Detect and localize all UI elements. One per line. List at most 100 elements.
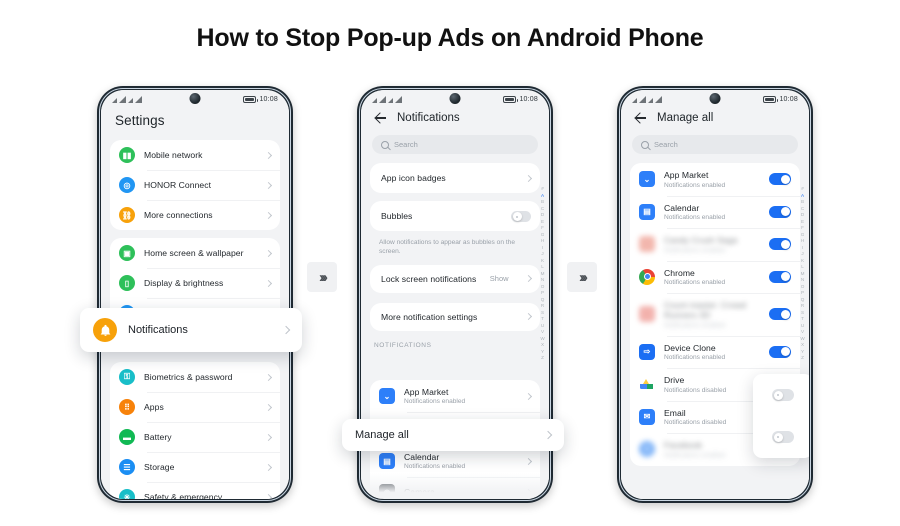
app-status: Notifications enabled <box>664 321 726 329</box>
app-name: App Market <box>404 386 449 397</box>
highlight-manage-all-row[interactable]: Manage all <box>342 419 564 451</box>
chevron-right-icon <box>264 373 273 381</box>
chevron-right-icon <box>524 457 533 465</box>
camera-icon: ◉ <box>379 484 395 499</box>
row-home-screen-wallpaper[interactable]: ▣ Home screen & wallpaper <box>110 238 280 268</box>
step-arrow-1: ››› <box>307 262 337 292</box>
image-icon: ▣ <box>119 245 135 261</box>
row-value: Show <box>489 274 509 284</box>
signal-bars-icon: ▮▮ <box>119 147 135 163</box>
row-chrome[interactable]: Chrome Notifications enabled <box>630 260 800 294</box>
row-app-market[interactable]: ⌄ App Market Notifications enabled <box>370 380 540 413</box>
signal-bars-icon <box>372 96 402 103</box>
game-icon <box>639 306 655 323</box>
row-bubbles[interactable]: Bubbles <box>370 201 540 231</box>
row-display-brightness[interactable]: ▯ Display & brightness <box>110 268 280 298</box>
chevron-right-icon <box>264 181 273 189</box>
row-storage[interactable]: ☰ Storage <box>110 452 280 482</box>
alpha-index-letter[interactable]: Z <box>801 355 804 362</box>
row-device-clone[interactable]: ⇨ Device Clone Notifications enabled <box>630 335 800 369</box>
status-clock: 10:08 <box>519 96 538 103</box>
row-more-notification-settings[interactable]: More notification settings <box>370 303 540 331</box>
bubbles-toggle[interactable] <box>511 210 531 222</box>
alphabet-index[interactable]: # A B C D E F G H I J K L M N O P Q R S T U V W X Y Z <box>538 186 547 362</box>
row-battery[interactable]: ▬ Battery <box>110 422 280 452</box>
app-notifications-toggle[interactable] <box>769 345 791 358</box>
alphabet-index[interactable]: # A B C D E F G H I J K L M N O P Q R S T U V W X Y Z <box>798 186 807 362</box>
chevron-right-icon <box>543 430 553 440</box>
row-label: Mobile network <box>144 150 203 160</box>
camera-notch-icon <box>189 93 201 104</box>
row-label: Apps <box>144 402 164 412</box>
row-candy-crush-saga[interactable]: Candy Crush Saga Notifications enabled <box>630 228 800 261</box>
status-clock: 10:08 <box>779 96 798 103</box>
chevron-right-icon <box>264 463 273 471</box>
drive-toggle-highlighted[interactable] <box>772 389 794 401</box>
storage-icon: ☰ <box>119 459 135 475</box>
connect-rings-icon: ◎ <box>119 177 135 193</box>
row-camera[interactable]: ◉ Camera <box>370 477 540 499</box>
page-header-manage-all: Manage all <box>657 112 714 124</box>
row-more-connections[interactable]: ⛓ More connections <box>110 200 280 230</box>
search-icon <box>381 140 389 149</box>
row-honor-connect[interactable]: ◎ HONOR Connect <box>110 170 280 200</box>
status-bar: 10:08 <box>101 90 289 109</box>
row-calendar[interactable]: ▤ Calendar Notifications enabled <box>630 195 800 229</box>
row-count-master[interactable]: Count master: Crowd Runners 3D Notificat… <box>630 293 800 336</box>
search-input[interactable]: Search <box>632 135 798 154</box>
search-placeholder: Search <box>394 140 418 149</box>
row-apps[interactable]: ⠿ Apps <box>110 392 280 422</box>
row-label: More connections <box>144 210 213 220</box>
app-market-icon: ⌄ <box>379 388 395 405</box>
camera-notch-icon <box>449 93 461 104</box>
row-label: Display & brightness <box>144 278 224 288</box>
card-bubbles: Bubbles <box>370 201 540 231</box>
battery-icon <box>243 96 259 103</box>
app-notifications-toggle[interactable] <box>769 270 791 283</box>
back-arrow-icon[interactable] <box>373 111 387 125</box>
status-clock: 10:08 <box>259 96 278 103</box>
app-status: Notifications enabled <box>664 279 726 286</box>
highlight-notifications-row[interactable]: Notifications <box>80 308 302 352</box>
app-notifications-toggle[interactable] <box>769 205 791 218</box>
row-app-icon-badges[interactable]: App icon badges <box>370 163 540 193</box>
app-name: Device Clone <box>664 342 716 353</box>
row-lock-screen-notifications[interactable]: Lock screen notifications Show <box>370 265 540 293</box>
search-input[interactable]: Search <box>372 135 538 154</box>
app-name: Camera <box>404 487 435 498</box>
battery-icon <box>503 96 519 103</box>
row-label: More notification settings <box>381 311 478 322</box>
app-notifications-toggle[interactable] <box>769 308 791 321</box>
chevron-right-icon <box>524 275 533 283</box>
email-toggle-highlighted[interactable] <box>772 431 794 443</box>
key-icon: ⚿ <box>119 369 135 385</box>
toggle-highlight-overlay <box>753 374 809 458</box>
app-name: App Market <box>664 170 709 180</box>
row-safety-emergency[interactable]: ✳ Safety & emergency <box>110 482 280 499</box>
page-header-notifications: Notifications <box>397 112 460 124</box>
row-biometrics-password[interactable]: ⚿ Biometrics & password <box>110 362 280 392</box>
status-bar: 10:08 <box>361 90 549 109</box>
camera-notch-icon <box>709 93 721 104</box>
row-app-market[interactable]: ⌄ App Market Notifications enabled <box>630 163 800 196</box>
app-name: Calendar <box>664 202 700 213</box>
email-icon: ✉ <box>639 408 655 425</box>
app-name: Facebook <box>664 440 703 450</box>
back-arrow-icon[interactable] <box>633 111 647 125</box>
device-clone-icon: ⇨ <box>639 343 655 360</box>
phone-manage-all-screen: 10:08 Manage all Search # A B C D E F G H I J K L M N O… <box>617 86 813 503</box>
app-status: Notifications enabled <box>664 354 726 361</box>
chevron-right-icon <box>264 493 273 499</box>
alpha-index-letter[interactable]: Z <box>541 355 544 362</box>
app-notifications-toggle[interactable] <box>769 173 791 186</box>
chevron-right-icon <box>524 174 533 182</box>
search-icon <box>641 140 649 149</box>
app-status: Notifications enabled <box>404 463 466 471</box>
app-notifications-toggle[interactable] <box>769 238 791 251</box>
card-lock-screen: Lock screen notifications Show <box>370 264 540 293</box>
calendar-icon: ▤ <box>639 203 655 220</box>
app-status: Notifications enabled <box>404 398 466 406</box>
page-title: How to Stop Pop-up Ads on Android Phone <box>196 24 704 52</box>
chevron-right-icon <box>524 313 533 321</box>
row-mobile-network[interactable]: ▮▮ Mobile network <box>110 140 280 170</box>
